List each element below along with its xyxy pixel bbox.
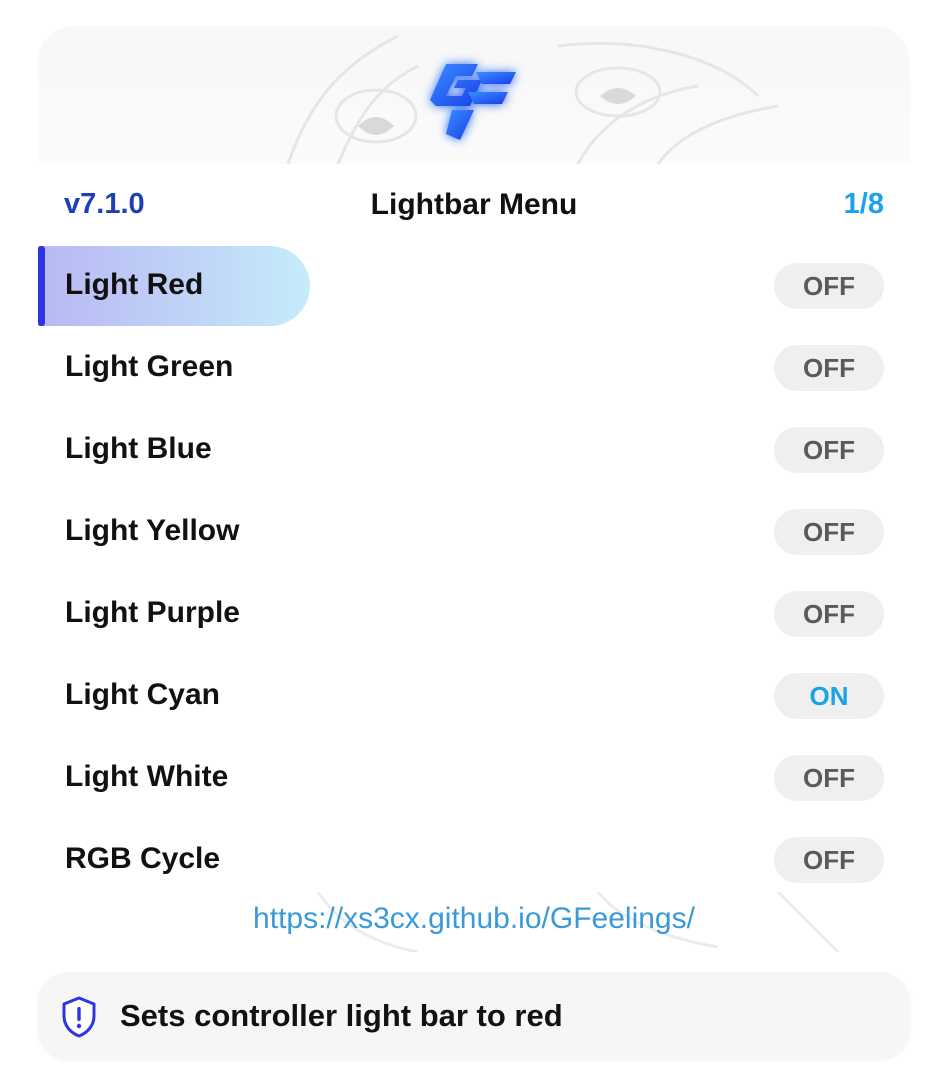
menu-item-label: Light White bbox=[65, 760, 229, 793]
toggle-state-badge[interactable]: OFF bbox=[774, 345, 884, 391]
menu-title: Lightbar Menu bbox=[370, 188, 578, 221]
toggle-state-badge[interactable]: OFF bbox=[774, 263, 884, 309]
menu-item-light-blue[interactable]: Light Blue OFF bbox=[38, 408, 910, 490]
menu-item-label: Light Blue bbox=[65, 432, 212, 465]
menu-header: v7.1.0 Lightbar Menu 1/8 bbox=[38, 186, 910, 226]
menu-item-label: Light Green bbox=[65, 350, 234, 383]
toggle-state-badge[interactable]: OFF bbox=[774, 591, 884, 637]
menu-item-label: Light Cyan bbox=[65, 678, 220, 711]
footer-url-link[interactable]: https://xs3cx.github.io/GFeelings/ bbox=[38, 902, 910, 936]
menu-list: Light Red OFF Light Green OFF Light Blue… bbox=[38, 244, 910, 900]
toggle-state-badge[interactable]: OFF bbox=[774, 509, 884, 555]
toggle-state-badge[interactable]: OFF bbox=[774, 755, 884, 801]
description-bar: Sets controller light bar to red bbox=[38, 972, 910, 1058]
selection-indicator bbox=[38, 246, 45, 326]
toggle-state-badge[interactable]: ON bbox=[774, 673, 884, 719]
menu-item-label: Light Purple bbox=[65, 596, 240, 629]
toggle-state-badge[interactable]: OFF bbox=[774, 427, 884, 473]
toggle-state-badge[interactable]: OFF bbox=[774, 837, 884, 883]
menu-item-light-purple[interactable]: Light Purple OFF bbox=[38, 572, 910, 654]
menu-item-label: RGB Cycle bbox=[65, 842, 221, 875]
menu-item-light-cyan[interactable]: Light Cyan ON bbox=[38, 654, 910, 736]
menu-item-light-red[interactable]: Light Red OFF bbox=[38, 244, 910, 326]
menu-item-label: Light Yellow bbox=[65, 514, 240, 547]
menu-panel: v7.1.0 Lightbar Menu 1/8 Light Red OFF L… bbox=[38, 26, 910, 952]
menu-item-light-green[interactable]: Light Green OFF bbox=[38, 326, 910, 408]
menu-item-light-yellow[interactable]: Light Yellow OFF bbox=[38, 490, 910, 572]
menu-item-rgb-cycle[interactable]: RGB Cycle OFF bbox=[38, 818, 910, 900]
shield-exclamation-icon bbox=[62, 996, 96, 1038]
page-indicator: 1/8 bbox=[843, 188, 884, 220]
header-banner bbox=[38, 26, 910, 164]
app-logo-icon bbox=[430, 64, 516, 140]
menu-item-light-white[interactable]: Light White OFF bbox=[38, 736, 910, 818]
description-text: Sets controller light bar to red bbox=[120, 998, 563, 1033]
menu-item-label: Light Red bbox=[65, 268, 204, 301]
